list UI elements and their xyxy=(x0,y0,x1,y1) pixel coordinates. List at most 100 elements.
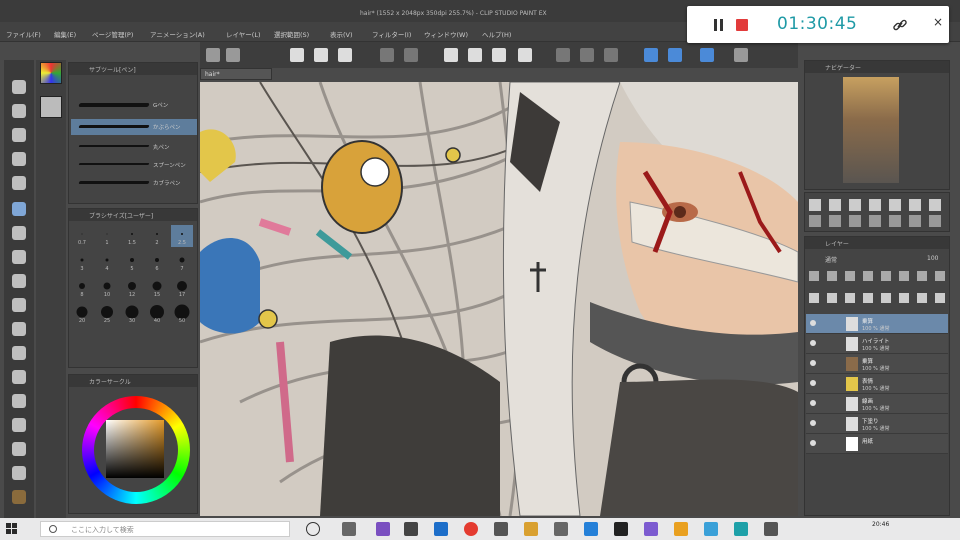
edge-icon[interactable] xyxy=(434,522,448,536)
brush-size-cell[interactable]: 20 xyxy=(71,303,93,325)
clear-outside-icon[interactable] xyxy=(468,48,482,62)
navigator-preview[interactable] xyxy=(843,77,899,183)
menu-selection[interactable]: 選択範囲(S) xyxy=(274,29,309,39)
layer-tool-row[interactable] xyxy=(809,271,947,281)
deselect-icon[interactable] xyxy=(556,48,570,62)
eye-icon[interactable] xyxy=(810,320,816,326)
brush-size-cell[interactable]: 3 xyxy=(71,251,93,273)
app-icon[interactable] xyxy=(494,522,508,536)
brush-preset-row[interactable] xyxy=(809,215,947,227)
fill-icon[interactable] xyxy=(492,48,506,62)
brush-size-cell[interactable]: 17 xyxy=(171,277,193,299)
eye-icon[interactable] xyxy=(810,400,816,406)
brush-size-cell[interactable]: 40 xyxy=(146,303,168,325)
transform-icon[interactable] xyxy=(518,48,532,62)
main-color-swatch[interactable] xyxy=(12,490,26,504)
open-file-icon[interactable] xyxy=(314,48,328,62)
stop-icon[interactable] xyxy=(736,19,748,31)
undo-icon[interactable] xyxy=(380,48,394,62)
layer-row[interactable]: 乗算 100 % 通常 xyxy=(806,314,948,334)
app-icon[interactable] xyxy=(704,522,718,536)
file-explorer-icon[interactable] xyxy=(524,522,538,536)
layer-row[interactable]: 下塗り 100 % 通常 xyxy=(806,414,948,434)
app-icon[interactable] xyxy=(644,522,658,536)
menu-layer[interactable]: レイヤー(L) xyxy=(226,29,261,39)
menu-page[interactable]: ページ管理(P) xyxy=(92,29,133,39)
show-selection-icon[interactable] xyxy=(604,48,618,62)
brush-tool-icon[interactable] xyxy=(12,250,26,264)
brush-size-cell[interactable]: 1.5 xyxy=(121,225,143,247)
windows-start-icon[interactable] xyxy=(6,523,18,535)
chevron-down-icon[interactable] xyxy=(226,48,240,62)
eye-icon[interactable] xyxy=(810,420,816,426)
brush-preset-row[interactable] xyxy=(809,199,947,211)
layer-row[interactable]: 線画 100 % 通常 xyxy=(806,394,948,414)
layer-row[interactable]: ハイライト 100 % 通常 xyxy=(806,334,948,354)
eraser-tool-icon[interactable] xyxy=(12,322,26,336)
eye-icon[interactable] xyxy=(810,440,816,446)
menu-edit[interactable]: 編集(E) xyxy=(54,29,76,39)
new-file-icon[interactable] xyxy=(290,48,304,62)
cortana-icon[interactable] xyxy=(306,522,320,536)
app-icon[interactable] xyxy=(734,522,748,536)
brush-item[interactable]: Gペン xyxy=(71,97,197,113)
menu-window[interactable]: ウィンドウ(W) xyxy=(424,29,468,39)
figure-tool-icon[interactable] xyxy=(12,418,26,432)
brush-size-cell[interactable]: 1 xyxy=(96,225,118,247)
brush-item[interactable]: スプーンペン xyxy=(71,157,197,173)
app-icon[interactable] xyxy=(554,522,568,536)
pen-tool-icon[interactable] xyxy=(12,202,26,216)
brush-size-cell[interactable]: 12 xyxy=(121,277,143,299)
app-icon[interactable] xyxy=(584,522,598,536)
zoom-tool-icon[interactable] xyxy=(12,80,26,94)
auto-select-tool-icon[interactable] xyxy=(12,152,26,166)
brush-size-cell[interactable]: 50 xyxy=(171,303,193,325)
brush-size-cell[interactable]: 30 xyxy=(121,303,143,325)
task-view-icon[interactable] xyxy=(342,522,356,536)
brush-size-cell[interactable]: 10 xyxy=(96,277,118,299)
pause-icon[interactable] xyxy=(713,19,724,31)
fill-tool-icon[interactable] xyxy=(12,370,26,384)
gradient-tool-icon[interactable] xyxy=(12,394,26,408)
menu-filter[interactable]: フィルター(I) xyxy=(372,29,411,39)
brush-size-cell[interactable]: 7 xyxy=(171,251,193,273)
brush-size-cell[interactable]: 2.5 xyxy=(171,225,193,247)
snap-grid-icon[interactable] xyxy=(668,48,682,62)
menu-animation[interactable]: アニメーション(A) xyxy=(150,29,205,39)
clip-studio-icon[interactable] xyxy=(674,522,688,536)
blend-mode-select[interactable]: 通常 xyxy=(825,255,837,264)
brush-size-cell[interactable]: 0.7 xyxy=(71,225,93,247)
snap-ruler-icon[interactable] xyxy=(644,48,658,62)
opacity-value[interactable]: 100 xyxy=(927,255,938,262)
selection-tool-icon[interactable] xyxy=(12,128,26,142)
layer-row[interactable]: 乗算 100 % 通常 xyxy=(806,354,948,374)
eye-icon[interactable] xyxy=(810,360,816,366)
layer-command-row[interactable] xyxy=(809,293,947,303)
brush-size-cell[interactable]: 2 xyxy=(146,225,168,247)
app-icon[interactable] xyxy=(376,522,390,536)
saturation-value-box[interactable] xyxy=(106,420,164,478)
pencil-tool-icon[interactable] xyxy=(12,226,26,240)
snap-special-icon[interactable] xyxy=(700,48,714,62)
brush-item[interactable]: カブラペン xyxy=(71,175,197,191)
brush-item[interactable]: かぶらペン xyxy=(71,119,197,135)
brush-item[interactable]: 丸ペン xyxy=(71,139,197,155)
brush-size-cell[interactable]: 8 xyxy=(71,277,93,299)
app-icon[interactable] xyxy=(614,522,628,536)
settings-icon[interactable] xyxy=(734,48,748,62)
drawing-canvas[interactable] xyxy=(200,82,798,516)
brush-size-cell[interactable]: 6 xyxy=(146,251,168,273)
move-tool-icon[interactable] xyxy=(12,104,26,118)
menu-help[interactable]: ヘルプ(H) xyxy=(482,29,511,39)
mail-icon[interactable] xyxy=(404,522,418,536)
clear-icon[interactable] xyxy=(444,48,458,62)
layer-row[interactable]: 用紙 xyxy=(806,434,948,454)
link-icon[interactable] xyxy=(892,17,908,33)
decoration-tool-icon[interactable] xyxy=(12,298,26,312)
document-tab[interactable]: hair* xyxy=(200,68,272,80)
redo-icon[interactable] xyxy=(404,48,418,62)
close-icon[interactable]: × xyxy=(933,15,943,29)
app-icon[interactable] xyxy=(764,522,778,536)
color-set-icon[interactable] xyxy=(40,62,62,84)
eyedropper-tool-icon[interactable] xyxy=(12,176,26,190)
